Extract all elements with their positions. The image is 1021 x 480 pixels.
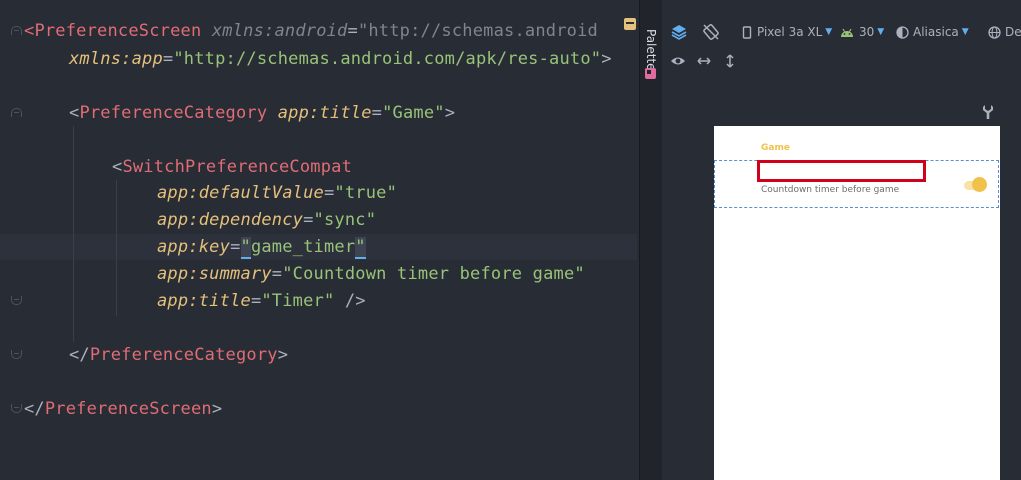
- palette-icon[interactable]: [645, 68, 656, 79]
- device-label: Pixel 3a XL: [757, 25, 823, 39]
- code-token: "http://schemas.android: [357, 21, 598, 41]
- wrench-icon[interactable]: [982, 104, 994, 124]
- design-toolbar: Pixel 3a XL ▼ 30 ▼ Aliasica ▼ De: [662, 20, 1021, 44]
- chevron-down-icon: ▼: [961, 27, 969, 37]
- theme-selector[interactable]: Aliasica ▼: [896, 20, 969, 44]
- code-token: =: [250, 291, 262, 311]
- code-token: </: [24, 399, 45, 419]
- code-line-11: </PreferenceScreen>: [24, 396, 222, 422]
- code-token: >: [211, 399, 223, 419]
- code-token: =: [303, 210, 314, 230]
- chevron-down-icon: ▼: [877, 27, 885, 37]
- code-line-4: <SwitchPreferenceCompat: [112, 154, 352, 180]
- fold-close-icon[interactable]: [11, 296, 22, 305]
- code-token: </: [69, 345, 90, 365]
- code-token: =: [230, 237, 241, 257]
- code-token: <: [69, 103, 80, 123]
- code-token: "true": [334, 183, 398, 203]
- code-token: =: [371, 103, 383, 123]
- code-token: <: [112, 157, 123, 177]
- vertical-resize-icon[interactable]: [722, 53, 738, 73]
- theme-icon: [896, 25, 909, 39]
- code-token: PreferenceScreen: [44, 399, 212, 419]
- locale-selector[interactable]: De: [988, 20, 1021, 44]
- code-token: app:: [157, 237, 199, 257]
- code-token: title: [198, 291, 251, 311]
- api-level-selector[interactable]: 30 ▼: [840, 20, 884, 44]
- eye-icon[interactable]: [670, 53, 686, 73]
- code-token: "http://schemas.android.com/apk/res-auto…: [173, 49, 602, 69]
- phone-icon: [742, 25, 752, 39]
- code-token: >: [444, 103, 456, 123]
- code-token: app:: [277, 103, 320, 123]
- indent-guide: [116, 180, 117, 316]
- code-token: PreferenceScreen: [34, 21, 202, 41]
- api-label: 30: [859, 25, 875, 39]
- code-line-9: app:title="Timer" />: [157, 288, 366, 314]
- design-surface[interactable]: Pixel 3a XL ▼ 30 ▼ Aliasica ▼ De Game Co…: [662, 0, 1021, 480]
- code-token: >: [601, 49, 612, 69]
- indent-guide: [73, 126, 74, 342]
- code-token: =: [323, 183, 335, 203]
- code-token: xmlns:: [69, 49, 132, 69]
- preference-summary: Countdown timer before game: [761, 185, 900, 195]
- globe-icon: [988, 25, 1001, 39]
- code-line-6: app:dependency="sync": [157, 207, 376, 233]
- code-line-10: </PreferenceCategory>: [69, 342, 288, 368]
- preference-title-highlight[interactable]: [757, 160, 926, 182]
- rotate-icon[interactable]: [702, 20, 720, 44]
- code-token: ": [355, 237, 366, 259]
- locale-label: De: [1005, 25, 1021, 39]
- android-icon: [841, 28, 853, 37]
- code-token: "Timer": [261, 291, 335, 311]
- code-token: =: [347, 21, 358, 41]
- view-options-toolbar: [662, 50, 862, 72]
- code-token: key: [198, 237, 231, 257]
- switch-thumb[interactable]: [972, 177, 987, 192]
- code-token: app: [131, 49, 163, 69]
- chevron-down-icon: ▼: [825, 27, 833, 37]
- theme-label: Aliasica: [913, 25, 959, 39]
- code-token: PreferenceCategory: [89, 345, 278, 365]
- code-token: app:: [157, 210, 199, 230]
- code-token: app:: [157, 264, 199, 284]
- code-token: summary: [198, 264, 272, 284]
- code-token: =: [271, 264, 283, 284]
- device-preview[interactable]: Game Countdown timer before game: [714, 126, 1000, 480]
- code-token: >: [277, 345, 289, 365]
- code-token: defaultValue: [198, 183, 324, 203]
- code-token: <: [24, 21, 35, 41]
- code-token: "Countdown timer before game": [282, 264, 585, 284]
- code-token: "Game": [382, 103, 445, 123]
- layers-icon[interactable]: [670, 20, 688, 44]
- code-token: "sync": [313, 210, 377, 230]
- fold-close-icon[interactable]: [11, 404, 22, 413]
- code-token: xmlns:android: [211, 21, 348, 41]
- code-line-2: xmlns:app="http://schemas.android.com/ap…: [69, 46, 612, 72]
- fold-close-icon[interactable]: [11, 350, 22, 359]
- code-editor[interactable]: <PreferenceScreen xmlns:android="http://…: [0, 0, 637, 480]
- code-token: game_timer: [250, 237, 356, 257]
- code-token: dependency: [198, 210, 304, 230]
- code-line-8: app:summary="Countdown timer before game…: [157, 261, 585, 287]
- code-line-7: app:key="game_timer": [157, 234, 366, 260]
- fold-open-icon[interactable]: [11, 108, 22, 117]
- code-token: />: [334, 291, 366, 311]
- code-token: =: [162, 49, 174, 69]
- code-token: app:: [157, 291, 199, 311]
- code-line-1: <PreferenceScreen xmlns:android="http://…: [24, 18, 598, 44]
- code-token: app:: [157, 183, 199, 203]
- code-line-5: app:defaultValue="true": [157, 180, 397, 206]
- code-token: SwitchPreferenceCompat: [122, 157, 353, 177]
- code-line-3: <PreferenceCategory app:title="Game">: [69, 100, 455, 126]
- palette-panel-strip: Palette: [639, 0, 663, 480]
- horizontal-resize-icon[interactable]: [696, 53, 712, 73]
- code-token: title: [319, 103, 372, 123]
- fold-open-icon[interactable]: [11, 26, 22, 35]
- warning-icon[interactable]: [624, 18, 636, 30]
- code-token: ": [240, 237, 251, 259]
- device-selector[interactable]: Pixel 3a XL ▼: [742, 20, 832, 44]
- code-token: PreferenceCategory: [79, 103, 268, 123]
- preference-category-title: Game: [761, 143, 790, 153]
